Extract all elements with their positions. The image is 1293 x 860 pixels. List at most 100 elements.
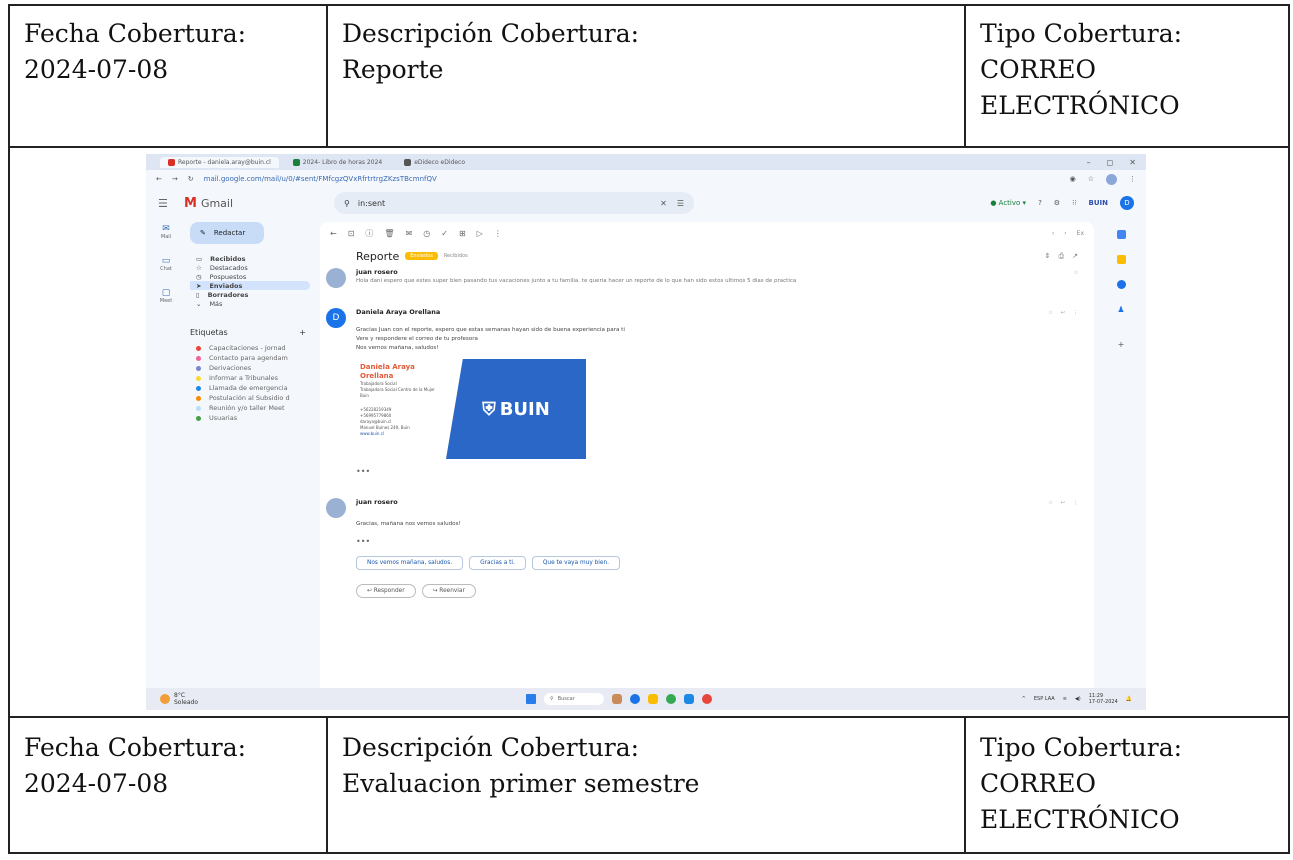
weather-widget[interactable]: 8°C Soleado <box>146 692 526 706</box>
browser-tab[interactable]: Reporte - daniela.aray@buin.cl <box>160 156 279 168</box>
label-item[interactable]: Llamada de emergencia <box>190 383 310 393</box>
star-icon[interactable]: ☆ <box>1088 175 1094 183</box>
label-icon[interactable]: ▷ <box>477 229 483 238</box>
message-collapsed[interactable]: juan rosero Hola dani espero que estes s… <box>320 264 1094 298</box>
chrome-profile-icon[interactable] <box>702 694 712 704</box>
reload-icon[interactable]: ↻ <box>188 175 194 183</box>
tasks-icon[interactable] <box>1116 280 1126 289</box>
profile-icon[interactable] <box>1106 173 1117 185</box>
search-input[interactable]: in:sent <box>358 199 385 208</box>
mark-unread-icon[interactable]: ✉ <box>406 229 413 238</box>
nav-item-borradores[interactable]: ▯ Borradores <box>190 290 310 299</box>
filter-icon[interactable]: ☰ <box>677 199 684 208</box>
back-arrow-icon[interactable]: ← <box>330 229 337 238</box>
show-trimmed-icon[interactable]: ••• <box>356 467 1074 476</box>
label-item[interactable]: Usuarias <box>190 413 310 423</box>
account-avatar[interactable]: D <box>1120 196 1134 210</box>
rail-meet[interactable]: ▢ Meet <box>154 288 178 304</box>
settings-gear-icon[interactable]: ⚙ <box>1054 199 1060 207</box>
restore-icon[interactable]: ◻ <box>1107 158 1114 167</box>
move-icon[interactable]: ⊞ <box>459 229 466 238</box>
keep-icon[interactable] <box>1116 255 1126 264</box>
store-icon[interactable] <box>684 694 694 704</box>
chrome-icon[interactable] <box>666 694 676 704</box>
forward-icon[interactable]: → <box>172 175 178 183</box>
snooze-icon[interactable]: ◷ <box>423 229 430 238</box>
star-icon[interactable]: ☆ <box>1074 270 1078 276</box>
input-tools-label[interactable]: Ex <box>1077 230 1084 237</box>
archive-icon[interactable]: ⊡ <box>348 229 355 238</box>
notification-bell-icon[interactable]: 🔔 <box>1126 696 1132 702</box>
help-icon[interactable]: ? <box>1038 199 1042 207</box>
forward-button[interactable]: ↪ Reenviar <box>421 584 476 598</box>
label-item[interactable]: Postulación al Subsidio d <box>190 393 310 403</box>
clear-icon[interactable]: ✕ <box>660 199 667 208</box>
next-icon[interactable]: › <box>1064 230 1066 237</box>
label-item[interactable]: Derivaciones <box>190 363 310 373</box>
rail-mail[interactable]: ✉ Mail <box>154 224 178 240</box>
url-field[interactable]: mail.google.com/mail/u/0/#sent/FMfcgzQVx… <box>204 175 564 183</box>
rail-chat[interactable]: ▭ Chat <box>154 256 178 272</box>
windows-start-icon[interactable] <box>526 694 536 704</box>
nav-item-pospuestos[interactable]: ◷ Pospuestos <box>190 272 310 281</box>
clock[interactable]: 11:29 17-07-2024 <box>1089 693 1118 705</box>
more-vert-icon[interactable]: ⋮ <box>1129 175 1136 183</box>
reply-icon[interactable]: ↩ <box>1061 500 1065 506</box>
hamburger-menu-icon[interactable]: ☰ <box>158 197 184 210</box>
smart-reply-button[interactable]: Que te vaya muy bien. <box>531 556 620 570</box>
browser-tab[interactable]: 2024- Libro de horas 2024 <box>285 157 390 168</box>
minimize-icon[interactable]: – <box>1087 158 1091 167</box>
smart-reply-button[interactable]: Nos vemos mañana, saludos. <box>356 556 464 570</box>
apps-grid-icon[interactable]: ⁝⁝ <box>1072 199 1076 207</box>
file-explorer-icon[interactable] <box>648 694 658 704</box>
report-icon[interactable]: ⓘ <box>365 228 373 239</box>
label-item[interactable]: Contacto para agendam <box>190 353 310 363</box>
smart-reply-button[interactable]: Gracias a ti. <box>469 556 526 570</box>
search-box[interactable]: ⚲ in:sent ✕ ☰ <box>334 192 694 214</box>
nav-item-enviados[interactable]: ➤ Enviados <box>190 281 310 290</box>
gmail-logo[interactable]: M Gmail <box>184 196 334 211</box>
back-icon[interactable]: ← <box>156 175 162 183</box>
open-new-icon[interactable]: ↗ <box>1072 252 1078 261</box>
add-addon-icon[interactable]: + <box>1118 340 1125 349</box>
status-dropdown[interactable]: ● Activo ▾ <box>990 199 1026 207</box>
label-item[interactable]: Informar a Tribunales <box>190 373 310 383</box>
show-trimmed-icon[interactable]: ••• <box>356 537 1074 546</box>
prev-icon[interactable]: ‹ <box>1052 230 1054 237</box>
close-icon[interactable]: ✕ <box>1129 158 1136 167</box>
nav-item-recibidos[interactable]: ▭ Recibidos <box>190 254 310 263</box>
message-body-line: Nos vemos mañana, saludos! <box>356 345 439 351</box>
add-label-icon[interactable]: + <box>299 328 306 337</box>
eye-icon[interactable]: ◉ <box>1070 175 1076 183</box>
nav-label: Borradores <box>207 290 249 299</box>
reply-icon[interactable]: ↩ <box>1061 310 1065 316</box>
chevron-up-icon[interactable]: ^ <box>1022 696 1026 702</box>
wifi-icon[interactable]: ≋ <box>1063 696 1067 702</box>
label-chip-secondary[interactable]: Recibidos <box>444 253 468 259</box>
edge-icon[interactable] <box>630 694 640 704</box>
speaker-icon[interactable]: ◀) <box>1075 696 1081 702</box>
star-icon[interactable]: ☆ <box>1048 500 1052 506</box>
nav-item-mas[interactable]: ⌄ Más <box>190 299 310 308</box>
label-item[interactable]: Capacitaciones - Jornad <box>190 343 310 353</box>
task-icon[interactable]: ✓ <box>441 229 448 238</box>
taskbar-search[interactable]: ⚲ Buscar <box>544 693 604 705</box>
label-item[interactable]: Reunión y/o taller Meet <box>190 403 310 413</box>
browser-tab[interactable]: eDideco eDideco <box>396 157 473 168</box>
signature-web[interactable]: www.buin.cl <box>360 431 442 437</box>
reply-button[interactable]: ↩ Responder <box>356 584 416 598</box>
language-indicator[interactable]: ESP LAA <box>1034 696 1055 702</box>
widgets-icon[interactable] <box>612 694 622 704</box>
nav-item-destacados[interactable]: ☆ Destacados <box>190 263 310 272</box>
contacts-icon[interactable]: ♟ <box>1117 305 1124 314</box>
expand-icon[interactable]: ⇕ <box>1045 252 1051 261</box>
trash-icon[interactable]: 🗑 <box>384 229 394 238</box>
print-icon[interactable]: ⎙ <box>1059 252 1065 261</box>
star-icon[interactable]: ☆ <box>1048 310 1052 316</box>
label-chip[interactable]: Enviados <box>405 252 438 260</box>
more-icon[interactable]: ⋮ <box>494 229 502 238</box>
compose-button[interactable]: ✎ Redactar <box>190 222 264 244</box>
more-icon[interactable]: ⋮ <box>1073 310 1078 316</box>
calendar-icon[interactable] <box>1116 230 1126 239</box>
more-icon[interactable]: ⋮ <box>1073 500 1078 506</box>
